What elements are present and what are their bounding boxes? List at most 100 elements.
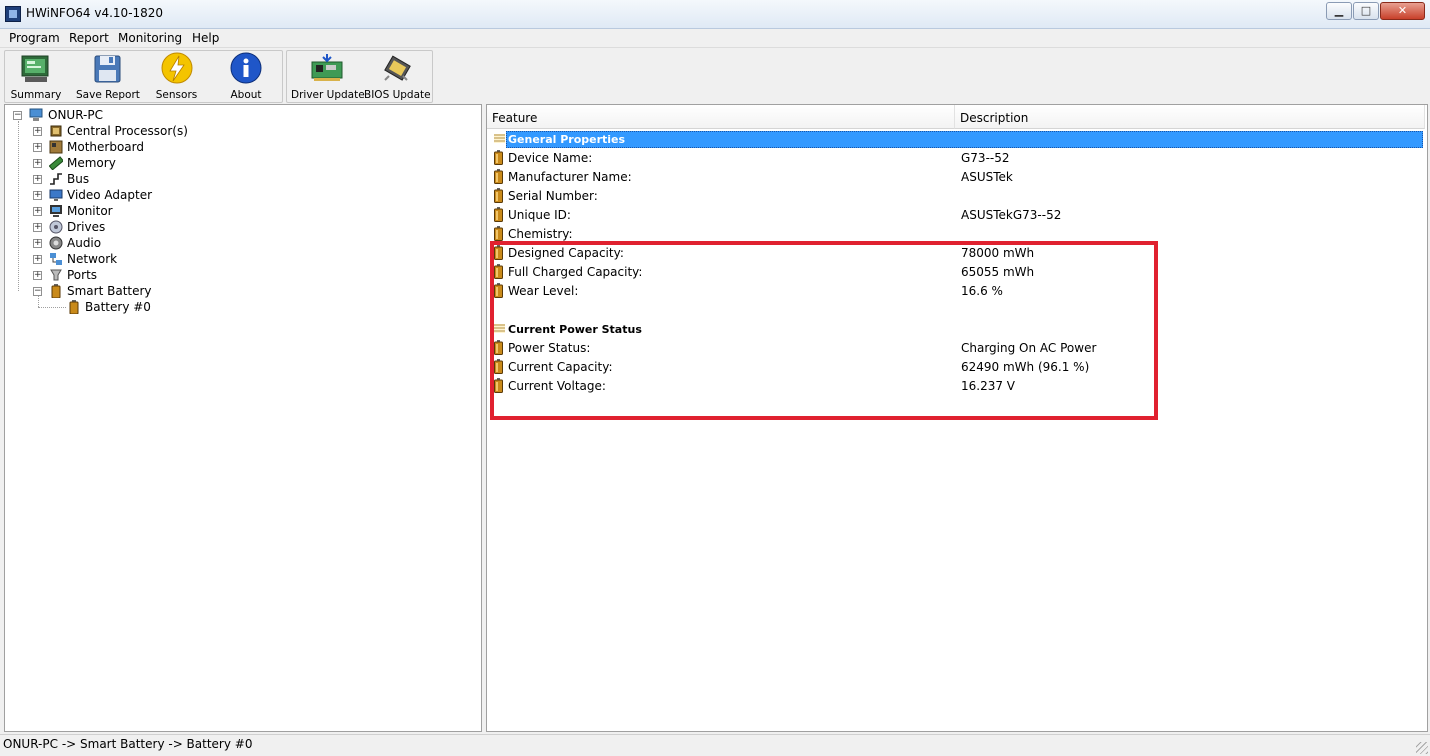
battery-icon <box>69 300 83 315</box>
property-row[interactable]: Current Capacity: 62490 mWh (96.1 %) <box>487 358 1427 377</box>
column-header-feature[interactable]: Feature <box>487 105 955 129</box>
tree-line <box>38 307 66 308</box>
feature-label: Wear Level: <box>508 284 579 298</box>
expand-toggle[interactable]: + <box>33 159 42 168</box>
window-title: HWiNFO64 v4.10-1820 <box>26 6 164 20</box>
close-button[interactable]: ✕ <box>1380 2 1425 20</box>
feature-label: Current Voltage: <box>508 379 606 393</box>
motherboard-icon <box>49 140 63 154</box>
collapse-toggle[interactable]: − <box>33 287 42 296</box>
property-row[interactable]: Manufacturer Name: ASUSTek <box>487 168 1427 187</box>
device-tree[interactable]: − ONUR-PC + Central Processor(s) + Mothe… <box>4 104 482 732</box>
battery-icon <box>494 264 503 279</box>
expand-toggle[interactable]: + <box>33 255 42 264</box>
info-icon <box>229 52 263 86</box>
expand-toggle[interactable]: + <box>33 239 42 248</box>
collapse-toggle[interactable]: − <box>13 111 22 120</box>
battery-icon <box>494 340 503 355</box>
tree-label: Battery #0 <box>85 300 151 314</box>
property-row[interactable]: Wear Level: 16.6 % <box>487 282 1427 301</box>
description-value: 65055 mWh <box>961 265 1035 279</box>
status-bar: ONUR-PC -> Smart Battery -> Battery #0 <box>0 734 1430 756</box>
expand-toggle[interactable]: + <box>33 143 42 152</box>
details-list[interactable]: Feature Description General Properties D… <box>486 104 1428 732</box>
property-row[interactable]: Current Voltage: 16.237 V <box>487 377 1427 396</box>
property-row[interactable]: Designed Capacity: 78000 mWh <box>487 244 1427 263</box>
property-row[interactable]: Unique ID: ASUSTekG73--52 <box>487 206 1427 225</box>
section-current-power-status[interactable]: Current Power Status <box>487 320 1425 339</box>
tree-line <box>38 295 39 307</box>
feature-label: Manufacturer Name: <box>508 170 632 184</box>
expand-toggle[interactable]: + <box>33 271 42 280</box>
battery-icon <box>494 359 503 374</box>
bios-chip-icon <box>380 52 414 86</box>
feature-label: Chemistry: <box>508 227 573 241</box>
maximize-button[interactable]: □ <box>1353 2 1379 20</box>
property-row[interactable]: Power Status: Charging On AC Power <box>487 339 1427 358</box>
tree-label: Drives <box>67 220 106 234</box>
resize-grip-icon[interactable] <box>1416 742 1428 754</box>
tree-label: Smart Battery <box>67 284 152 298</box>
tree-label: Bus <box>67 172 90 186</box>
driver-update-button[interactable]: Driver Update <box>291 50 365 101</box>
expand-toggle[interactable]: + <box>33 175 42 184</box>
tree-label: Audio <box>67 236 102 250</box>
menu-monitoring[interactable]: Monitoring <box>118 31 182 45</box>
battery-icon <box>494 245 503 260</box>
property-row[interactable]: Device Name: G73--52 <box>487 149 1427 168</box>
tree-label: Memory <box>67 156 116 170</box>
feature-label: Designed Capacity: <box>508 246 624 260</box>
tree-label: Monitor <box>67 204 113 218</box>
network-icon <box>49 252 63 266</box>
audio-icon <box>49 236 63 250</box>
section-general-properties[interactable]: General Properties <box>487 130 1425 149</box>
menu-bar: Program Report Monitoring Help <box>0 29 1430 48</box>
expand-toggle[interactable]: + <box>33 191 42 200</box>
column-header-description[interactable]: Description <box>955 105 1425 129</box>
expand-toggle[interactable]: + <box>33 223 42 232</box>
drives-icon <box>49 220 63 234</box>
property-row[interactable]: Serial Number: <box>487 187 1427 206</box>
menu-help[interactable]: Help <box>192 31 219 45</box>
floppy-disk-icon <box>90 52 124 86</box>
bios-update-button[interactable]: BIOS Update <box>364 50 431 101</box>
battery-icon <box>494 169 503 184</box>
description-value: 62490 mWh (96.1 %) <box>961 360 1090 374</box>
feature-label: Serial Number: <box>508 189 598 203</box>
expand-toggle[interactable]: + <box>33 127 42 136</box>
ports-icon <box>49 268 63 282</box>
bus-icon <box>49 172 63 186</box>
feature-label: Power Status: <box>508 341 591 355</box>
monitor-icon <box>49 204 63 218</box>
section-icon <box>494 324 505 333</box>
description-value: ASUSTek <box>961 170 1013 184</box>
save-report-button[interactable]: Save Report <box>76 50 140 101</box>
minimize-button[interactable]: ▁ <box>1326 2 1352 20</box>
battery-icon <box>494 378 503 393</box>
about-button[interactable]: About <box>219 50 273 101</box>
feature-label: Full Charged Capacity: <box>508 265 643 279</box>
property-row[interactable]: Full Charged Capacity: 65055 mWh <box>487 263 1427 282</box>
property-row[interactable]: Chemistry: <box>487 225 1427 244</box>
menu-report[interactable]: Report <box>69 31 109 45</box>
title-bar: HWiNFO64 v4.10-1820 ▁ □ ✕ <box>0 0 1430 29</box>
cpu-icon <box>49 124 63 138</box>
tree-label: ONUR-PC <box>48 108 104 122</box>
expand-toggle[interactable]: + <box>33 207 42 216</box>
tree-label: Motherboard <box>67 140 144 154</box>
description-value: 16.237 V <box>961 379 1016 393</box>
section-icon <box>494 134 505 143</box>
selection-highlight <box>506 131 1423 148</box>
app-icon <box>5 6 21 22</box>
menu-program[interactable]: Program <box>9 31 60 45</box>
status-path: ONUR-PC -> Smart Battery -> Battery #0 <box>3 737 253 751</box>
tree-label: Ports <box>67 268 98 282</box>
battery-icon <box>494 207 503 222</box>
description-value: ASUSTekG73--52 <box>961 208 1062 222</box>
sensors-button[interactable]: Sensors <box>149 50 204 101</box>
tree-label: Network <box>67 252 118 266</box>
tree-label: Video Adapter <box>67 188 153 202</box>
computer-icon <box>29 108 43 122</box>
video-adapter-icon <box>49 188 63 202</box>
summary-button[interactable]: Summary <box>7 50 65 101</box>
